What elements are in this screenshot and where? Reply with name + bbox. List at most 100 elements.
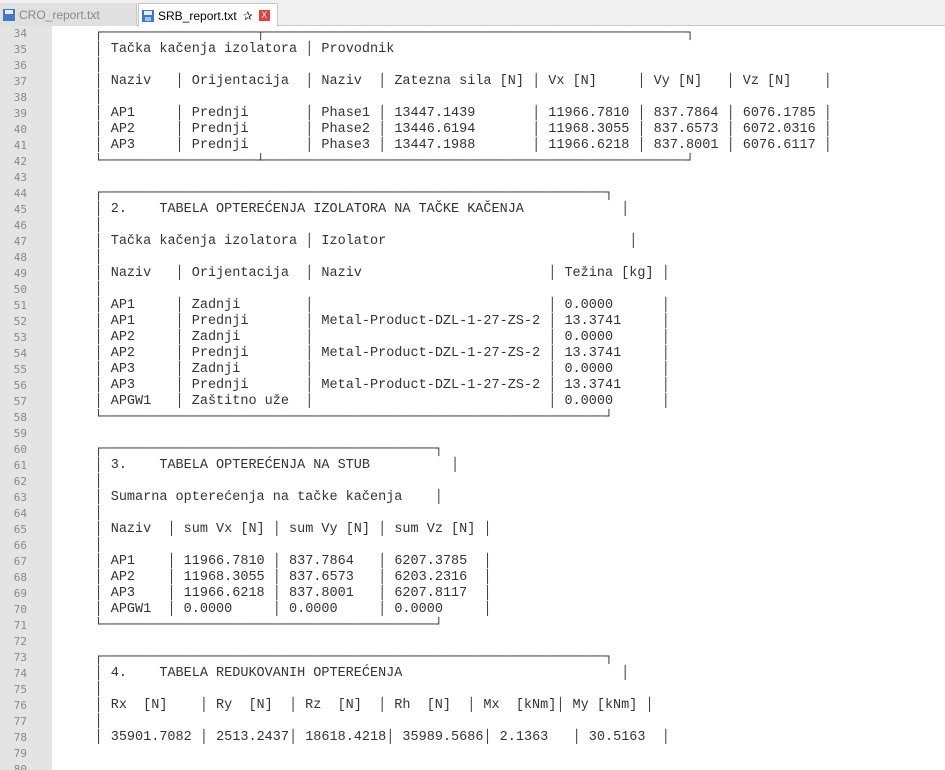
line-number: 65 (13, 523, 27, 536)
cell-text: Zatezna sila [N] (386, 74, 524, 89)
line-text: └───────────────────┴───────────────────… (54, 154, 695, 170)
table-border: │ (661, 362, 670, 377)
document-text[interactable]: 34 ┌───────────────────┬────────────────… (14, 26, 945, 770)
line-number: 50 (13, 283, 27, 296)
table-border (54, 122, 95, 137)
table-border (54, 362, 95, 377)
line-text: │ AP3 │ Zadnji │ │ 0.0000 │ (54, 362, 670, 378)
line-number: 63 (13, 491, 27, 504)
cell-text: 0.0000 (280, 602, 338, 617)
cell-text (265, 522, 273, 537)
table-border: │ (94, 730, 103, 745)
cell-text: 6207.3785 (386, 554, 468, 569)
line-number: 54 (13, 347, 27, 360)
table-border (54, 266, 95, 281)
close-tab-icon[interactable]: X (258, 10, 270, 21)
editor-line: 66 │ (14, 538, 945, 554)
cell-text: 837.6573 (645, 122, 719, 137)
line-text: ┌───────────────────────────────────────… (54, 186, 614, 202)
cell-text (443, 602, 484, 617)
cell-text (248, 122, 305, 137)
cell-text: 0.0000 (175, 602, 233, 617)
cell-text: 6076.1785 (734, 106, 816, 121)
cell-text (297, 42, 305, 57)
line-number: 58 (13, 411, 27, 424)
pin-icon[interactable]: ✰ (243, 5, 253, 27)
table-border: │ (823, 122, 832, 137)
cell-text (151, 74, 175, 89)
line-number: 77 (13, 715, 27, 728)
cell-text (613, 394, 662, 409)
table-border: │ (532, 138, 541, 153)
table-border: │ (637, 122, 646, 137)
table-border: │ (175, 74, 184, 89)
line-number: 43 (13, 171, 27, 184)
cell-text: Naziv (313, 74, 362, 89)
editor-line: 46 │ (14, 218, 945, 234)
line-number: 60 (13, 443, 27, 456)
cell-text (151, 522, 167, 537)
table-border: │ (532, 106, 541, 121)
tab-label: CRO_report.txt (19, 7, 100, 22)
line-number: 67 (13, 555, 27, 568)
table-border (54, 538, 95, 553)
cell-text (135, 122, 176, 137)
table-border (54, 522, 95, 537)
table-border: │ (661, 266, 670, 281)
cell-text (313, 330, 548, 345)
cell-text: 11966.7810 (175, 554, 265, 569)
cell-text: 11966.6218 (175, 586, 265, 601)
cell-text (127, 666, 159, 681)
cell-text: 13446.6194 (386, 122, 476, 137)
line-text: │ (54, 282, 103, 298)
cell-text (475, 106, 532, 121)
table-border: │ (94, 250, 103, 265)
table-border: │ (94, 218, 103, 233)
table-border: │ (94, 458, 103, 473)
line-text: │ AP3 │ Prednji │ Metal-Product-DZL-1-27… (54, 378, 670, 394)
cell-text: 11966.7810 (540, 106, 630, 121)
cell-text: Orijentacija (183, 74, 289, 89)
editor-line: 58 └────────────────────────────────────… (14, 410, 945, 426)
cell-text (289, 74, 305, 89)
table-border (54, 714, 95, 729)
table-border: │ (272, 570, 281, 585)
table-border: ┴ (256, 154, 265, 169)
line-number: 41 (13, 139, 27, 152)
text-editor[interactable]: 34 ┌───────────────────┬────────────────… (0, 26, 945, 770)
line-text: ┌───────────────────────────────────────… (54, 650, 614, 666)
table-border: │ (637, 74, 646, 89)
cell-text (135, 570, 167, 585)
table-border: │ (167, 602, 176, 617)
cell-text (232, 602, 273, 617)
cell-text: 4. (102, 666, 127, 681)
cell-text: sum Vz [N] (386, 522, 476, 537)
cell-text: Rh [N] (386, 698, 452, 713)
tab-srb-report[interactable]: SRB_report.txt ✰ X (138, 3, 278, 27)
table-border: │ (726, 122, 735, 137)
table-border: │ (621, 666, 630, 681)
table-border (54, 234, 95, 249)
table-border: │ (94, 362, 103, 377)
table-border (54, 250, 95, 265)
table-border: │ (199, 730, 208, 745)
cell-text (362, 698, 378, 713)
table-border: │ (94, 298, 103, 313)
cell-text (354, 554, 378, 569)
table-border (54, 186, 95, 201)
cell-text: 837.8001 (280, 586, 354, 601)
cell-text (135, 314, 176, 329)
cell-text (370, 522, 378, 537)
line-number: 37 (13, 75, 27, 88)
table-border: │ (94, 586, 103, 601)
editor-line: 37 │ Naziv │ Orijentacija │ Naziv │ Zate… (14, 74, 945, 90)
line-text: │ Tačka kačenja izolatora │ Izolator │ (54, 234, 638, 250)
cell-text (816, 138, 824, 153)
cell-text (354, 570, 378, 585)
tab-cro-report[interactable]: CRO_report.txt (0, 3, 137, 26)
table-border: │ (175, 314, 184, 329)
cell-text: Prednji (183, 106, 249, 121)
table-border: ────────────────────────────────────────… (102, 410, 605, 425)
tab-label: SRB_report.txt (158, 8, 237, 23)
cell-text (370, 458, 451, 473)
